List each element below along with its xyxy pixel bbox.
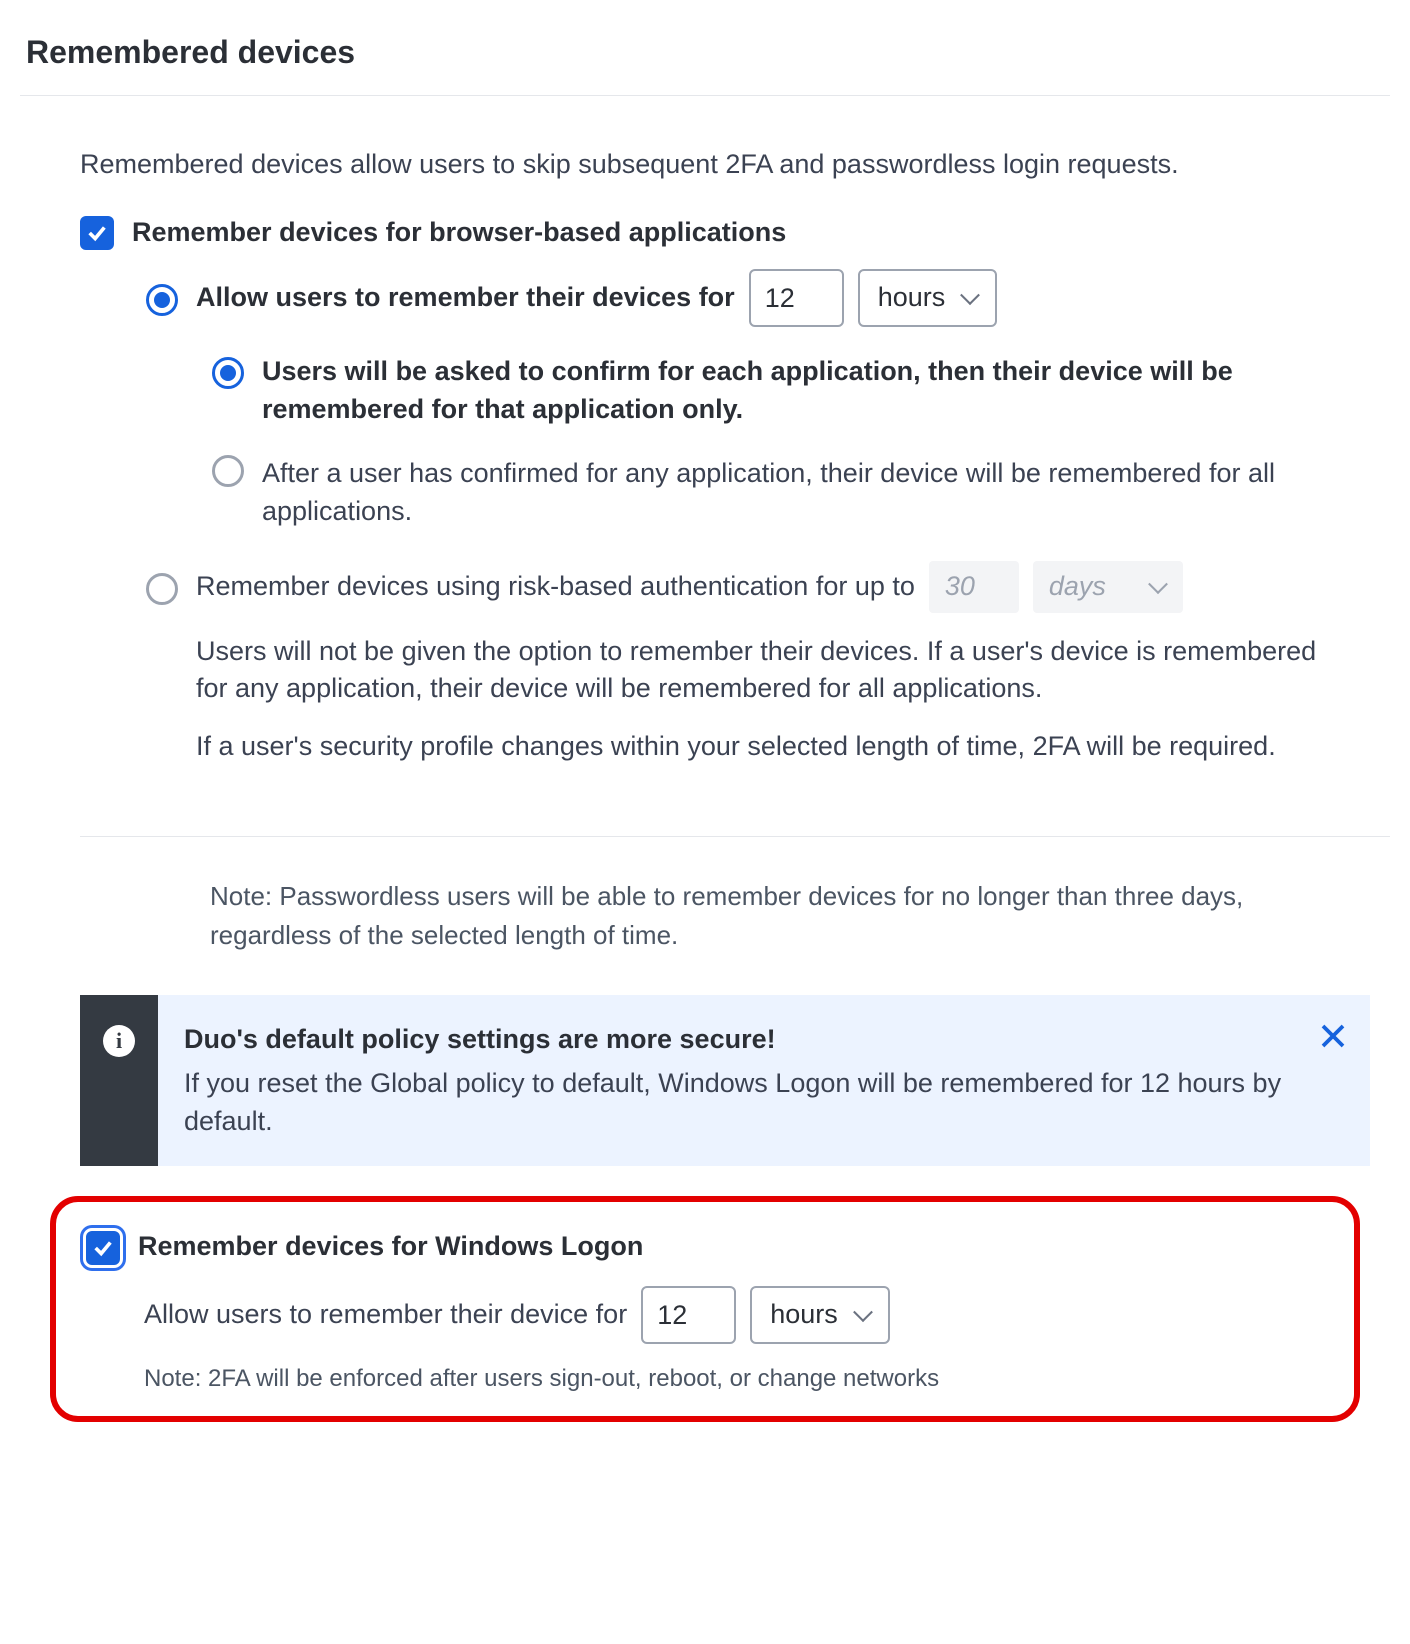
allow-duration-option: Allow users to remember their devices fo… bbox=[146, 269, 1330, 327]
browser-checkbox[interactable] bbox=[80, 216, 114, 250]
default-policy-banner: i Duo's default policy settings are more… bbox=[80, 995, 1370, 1166]
section-title: Remembered devices bbox=[26, 30, 1390, 75]
check-icon bbox=[92, 1237, 114, 1259]
browser-checkbox-row: Remember devices for browser-based appli… bbox=[80, 214, 1330, 252]
confirm-each-app-label: Users will be asked to confirm for each … bbox=[262, 353, 1330, 429]
risk-description-2: If a user's security profile changes wit… bbox=[196, 728, 1330, 766]
divider bbox=[80, 836, 1390, 837]
risk-based-label: Remember devices using risk-based authen… bbox=[196, 568, 915, 606]
windows-duration-unit: hours bbox=[770, 1296, 838, 1334]
close-icon bbox=[1318, 1021, 1348, 1051]
info-icon: i bbox=[103, 1025, 135, 1057]
allow-duration-unit: hours bbox=[878, 279, 946, 317]
windows-checkbox-label: Remember devices for Windows Logon bbox=[138, 1228, 643, 1266]
passwordless-note: Note: Passwordless users will be able to… bbox=[210, 877, 1330, 955]
confirm-all-apps-option: After a user has confirmed for any appli… bbox=[212, 451, 1330, 531]
allow-duration-value[interactable] bbox=[749, 269, 844, 327]
risk-description-1: Users will not be given the option to re… bbox=[196, 633, 1330, 709]
windows-allow-label: Allow users to remember their device for bbox=[144, 1296, 627, 1334]
windows-duration-unit-select[interactable]: hours bbox=[750, 1286, 890, 1344]
banner-title: Duo's default policy settings are more s… bbox=[184, 1021, 1300, 1059]
confirm-all-apps-radio[interactable] bbox=[212, 455, 244, 487]
risk-duration-unit: days bbox=[1049, 568, 1106, 606]
confirm-each-app-option: Users will be asked to confirm for each … bbox=[212, 353, 1330, 429]
windows-duration-value[interactable] bbox=[641, 1286, 736, 1344]
banner-text: If you reset the Global policy to defaul… bbox=[184, 1065, 1300, 1141]
windows-logon-highlight: Remember devices for Windows Logon Allow… bbox=[50, 1196, 1360, 1421]
banner-close-button[interactable] bbox=[1318, 1021, 1348, 1051]
windows-note: Note: 2FA will be enforced after users s… bbox=[86, 1362, 1324, 1396]
browser-checkbox-label: Remember devices for browser-based appli… bbox=[132, 214, 1330, 252]
check-icon bbox=[86, 222, 108, 244]
confirm-all-apps-label: After a user has confirmed for any appli… bbox=[262, 455, 1330, 531]
allow-duration-unit-select[interactable]: hours bbox=[858, 269, 998, 327]
risk-duration-unit-select: days bbox=[1033, 561, 1183, 613]
risk-based-radio[interactable] bbox=[146, 573, 178, 605]
settings-panel: Remembered devices allow users to skip s… bbox=[20, 95, 1390, 816]
allow-duration-radio[interactable] bbox=[146, 284, 178, 316]
risk-duration-value: 30 bbox=[929, 561, 1019, 613]
banner-icon-column: i bbox=[80, 995, 158, 1166]
confirm-each-app-radio[interactable] bbox=[212, 357, 244, 389]
risk-based-option: Remember devices using risk-based authen… bbox=[146, 561, 1330, 613]
windows-checkbox[interactable] bbox=[86, 1231, 120, 1265]
allow-duration-label: Allow users to remember their devices fo… bbox=[196, 279, 735, 317]
section-description: Remembered devices allow users to skip s… bbox=[80, 146, 1330, 184]
